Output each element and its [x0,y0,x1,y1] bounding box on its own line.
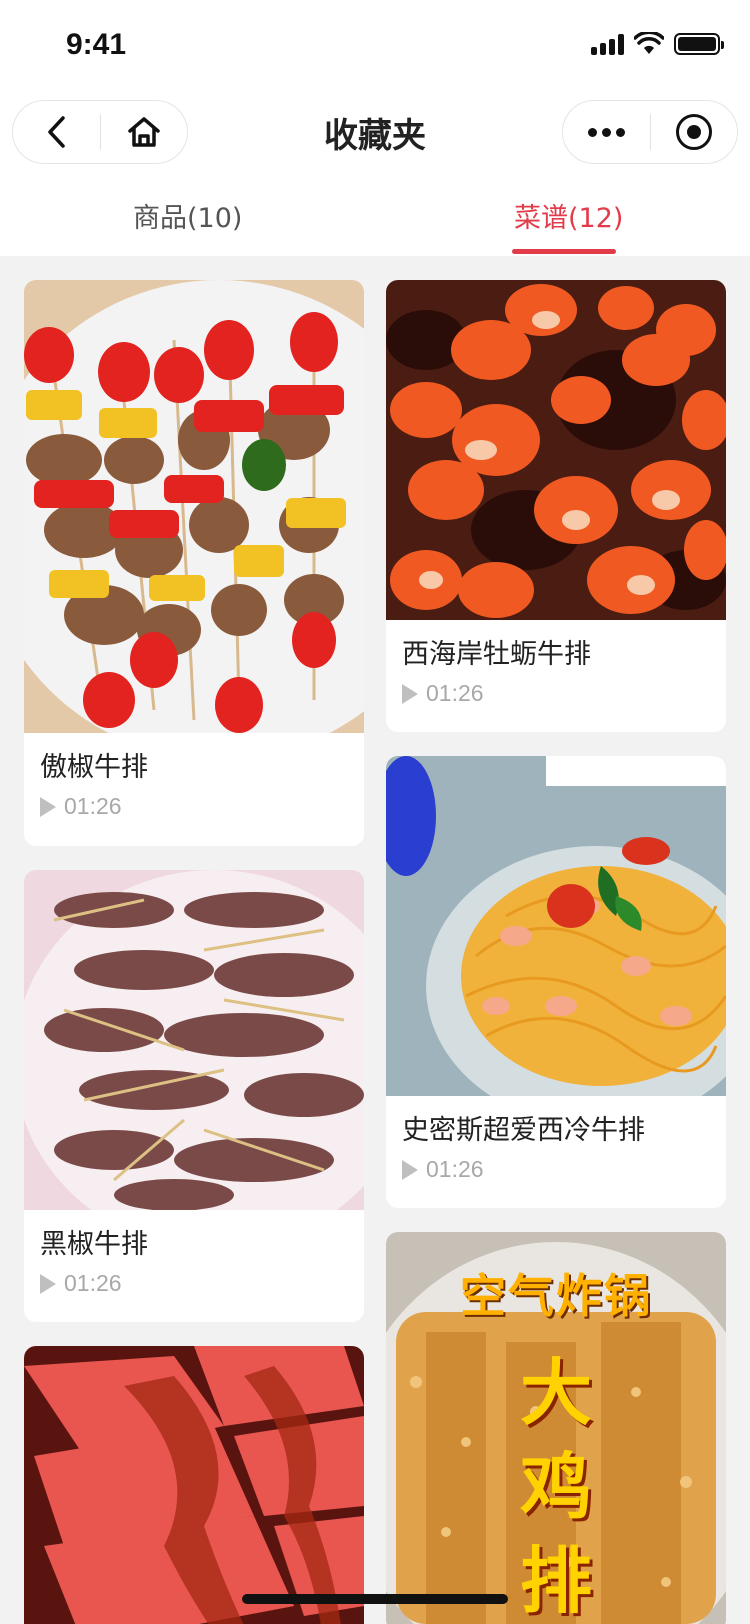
play-icon [402,1159,418,1180]
recipe-title: 黑椒牛排 [40,1229,148,1260]
header-area: 9:41 收藏夹 商品(10) 菜谱(12) [0,0,750,256]
more-dots-icon [587,127,625,137]
recipe-duration: 01:26 [386,1146,726,1183]
home-indicator [242,1594,508,1604]
recipe-card[interactable]: 傲椒牛排 01:26 [24,280,364,846]
recipe-card[interactable]: 黑椒牛排 01:26 [24,870,364,1322]
recipe-thumbnail-skewers [24,280,364,733]
thumbnail-overlay-text: 鸡 [519,1444,592,1529]
active-tab-indicator [512,249,616,254]
recipe-title: 史密斯超爱西冷牛排 [402,1115,645,1146]
battery-icon [674,33,724,55]
recipe-thumbnail-crayfish [386,280,726,620]
tab-products[interactable]: 商品(10) [133,196,242,235]
duration-text: 01:26 [64,1270,122,1296]
recipe-duration: 01:26 [24,783,364,820]
duration-text: 01:26 [426,1156,484,1182]
play-icon [40,796,56,817]
thumbnail-overlay-text: 大 [519,1350,592,1435]
cellular-signal-icon [591,33,624,55]
recipe-duration: 01:26 [24,1260,364,1297]
recipe-duration: 01:26 [386,670,726,707]
recipe-card[interactable]: 西海岸牡蛎牛排 01:26 [386,280,726,732]
tab-recipes[interactable]: 菜谱(12) [514,196,623,235]
wifi-icon [634,32,664,54]
recipe-thumbnail-sliced-steak [24,1346,364,1624]
duration-text: 01:26 [64,793,122,819]
recipe-title: 西海岸牡蛎牛排 [402,639,591,670]
recipe-title: 傲椒牛排 [40,752,148,783]
status-icons [591,32,724,56]
more-button[interactable] [563,101,650,163]
status-time: 9:41 [66,28,127,61]
recipe-thumbnail-pepper-steak [24,870,364,1210]
recipe-card[interactable] [24,1346,364,1624]
thumbnail-overlay-text: 空气炸锅 [460,1269,652,1323]
nav-capsule-right [562,100,738,164]
recipe-card[interactable]: 史密斯超爱西冷牛排 01:26 [386,756,726,1208]
recipe-thumbnail-pasta [386,756,726,1096]
close-miniapp-button[interactable] [651,101,738,163]
play-icon [40,1273,56,1294]
play-icon [402,683,418,704]
recipe-card[interactable]: 空气炸锅 大 鸡 排 [386,1232,726,1624]
duration-text: 01:26 [426,680,484,706]
target-icon [675,114,712,150]
thumbnail-overlay-text: 排 [519,1538,592,1623]
